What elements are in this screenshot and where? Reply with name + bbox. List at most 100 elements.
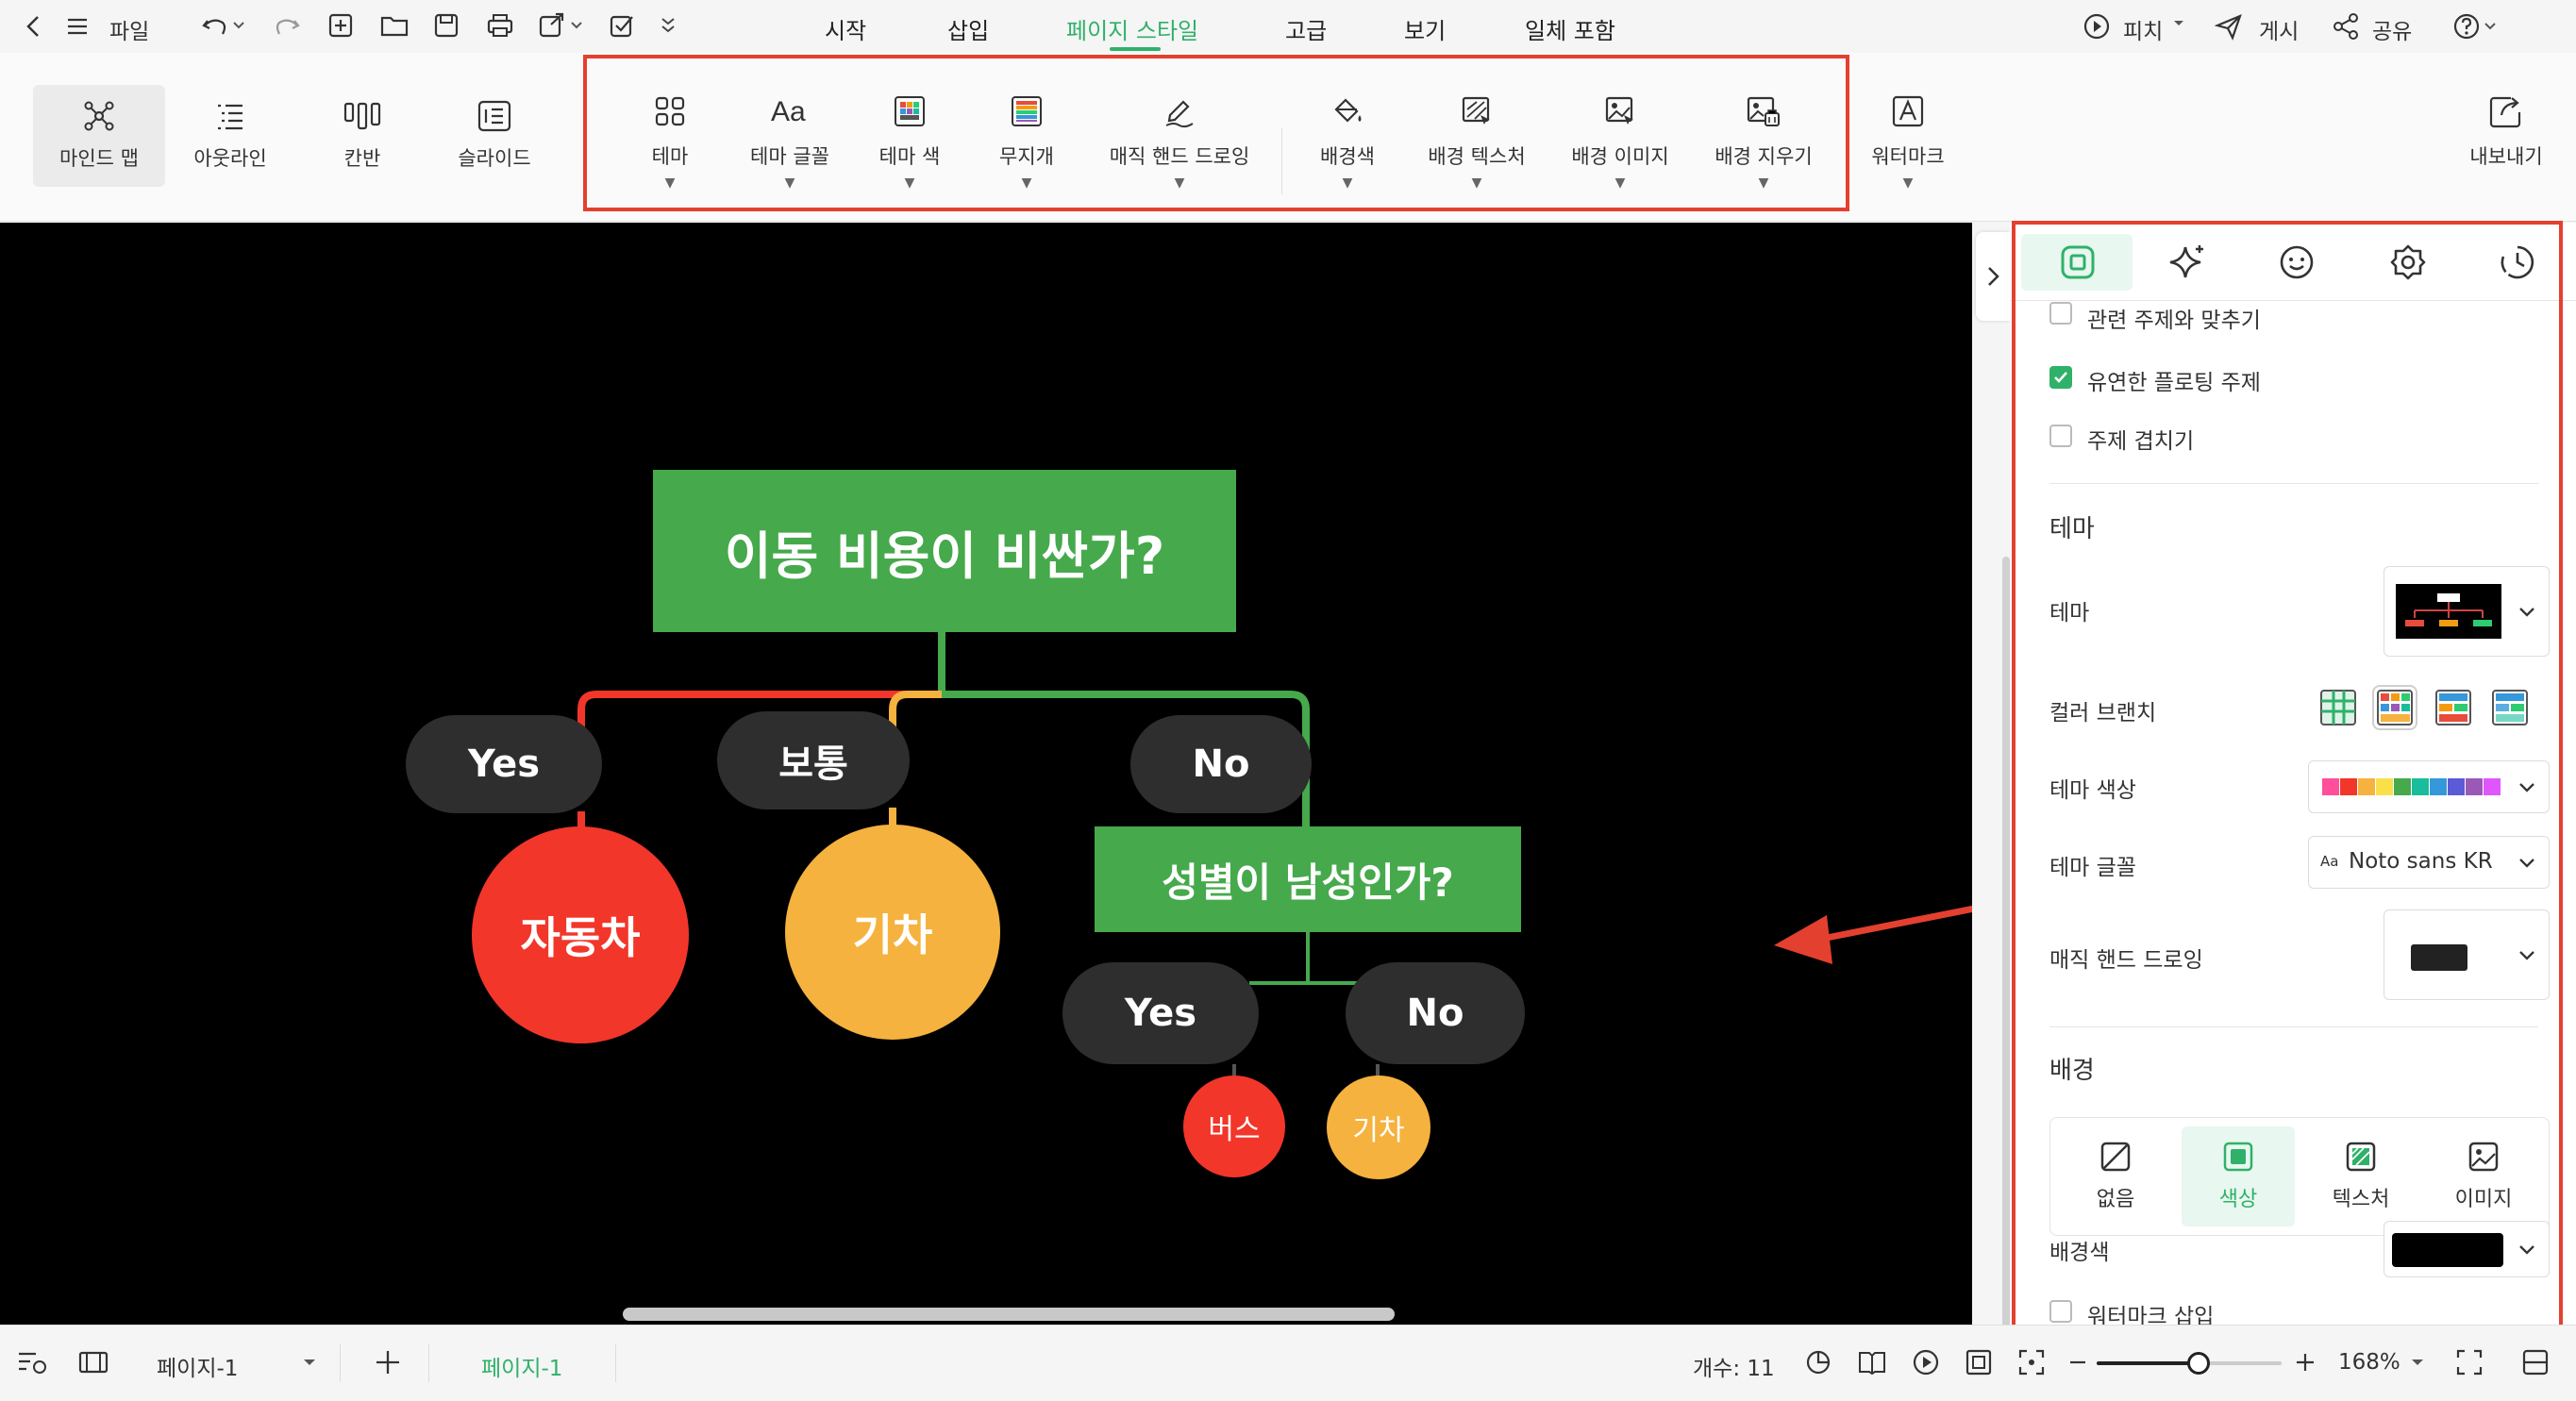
page-select-dropdown[interactable]: 페이지-1 [140, 1339, 332, 1386]
undo-icon[interactable] [200, 11, 245, 40]
yes-topic-1[interactable]: Yes [406, 715, 602, 813]
zoom-slider-fill [2097, 1361, 2199, 1365]
view-slide-label: 슬라이드 [458, 147, 531, 170]
magic-hand-drawing-label: 매직 핸드 드로잉 [1109, 145, 1250, 168]
menu-page-style[interactable]: 페이지 스타일 [1066, 12, 1198, 45]
gender-topic[interactable]: 성별이 남성인가? [1095, 826, 1521, 932]
theme-color-button[interactable]: 테마 색 ▼ [862, 94, 957, 191]
play-slideshow-icon[interactable] [1912, 1348, 1940, 1376]
rainbow-label: 무지개 [999, 145, 1054, 168]
theme-font-button[interactable]: Aa 테마 글꼴 ▼ [727, 94, 853, 191]
share-button[interactable]: 공유 [2372, 13, 2412, 45]
pitch-dropdown-icon[interactable] [2172, 19, 2185, 28]
zoom-out-icon[interactable] [2066, 1348, 2089, 1376]
pie-view-icon[interactable] [1804, 1348, 1832, 1376]
page-tab-active[interactable]: 페이지-1 [481, 1350, 562, 1382]
root-topic[interactable]: 이동 비용이 비싼가? [653, 470, 1236, 632]
fit-page-icon[interactable] [1965, 1348, 1993, 1376]
menu-insert[interactable]: 삽입 [947, 12, 989, 45]
menu-start[interactable]: 시작 [825, 12, 866, 45]
hamburger-icon[interactable] [64, 13, 91, 40]
car-topic[interactable]: 자동차 [472, 826, 689, 1043]
background-texture-button[interactable]: 배경 텍스처 ▼ [1413, 94, 1540, 191]
panel-scrollbar[interactable] [2002, 557, 2010, 1368]
background-color-dropdown-icon[interactable]: ▼ [1343, 175, 1353, 191]
add-page-icon[interactable] [374, 1348, 402, 1376]
view-kanban-button[interactable]: 칸반 [296, 85, 428, 187]
watermark-button[interactable]: 워터마크 ▼ [1861, 94, 1955, 191]
play-pitch-icon[interactable] [2082, 11, 2112, 42]
save-icon[interactable] [432, 11, 460, 40]
export-button[interactable]: 내보내기 [2450, 94, 2563, 170]
page-panel-icon[interactable] [77, 1348, 109, 1376]
zoom-in-icon[interactable] [2293, 1348, 2317, 1376]
background-image-button[interactable]: 배경 이미지 ▼ [1557, 94, 1683, 191]
erase-background-dropdown-icon[interactable]: ▼ [1759, 175, 1769, 191]
no-topic-2[interactable]: No [1346, 962, 1525, 1064]
publish-button[interactable]: 게시 [2259, 13, 2299, 45]
theme-font-dropdown-icon[interactable]: ▼ [785, 175, 795, 191]
theme-dropdown-icon[interactable]: ▼ [665, 175, 676, 191]
zoom-dropdown-icon[interactable] [2410, 1358, 2425, 1369]
status-divider [340, 1344, 341, 1382]
pitch-button[interactable]: 피치 [2123, 13, 2163, 45]
file-menu[interactable]: 파일 [109, 13, 149, 45]
magic-hand-drawing-button[interactable]: 매직 핸드 드로잉 ▼ [1095, 94, 1264, 191]
menu-view[interactable]: 보기 [1404, 12, 1446, 45]
redo-icon[interactable] [274, 11, 302, 40]
publish-icon[interactable] [2214, 11, 2244, 42]
export-share-icon[interactable] [538, 11, 587, 40]
fit-screen-icon[interactable] [2017, 1348, 2046, 1376]
rainbow-dropdown-icon[interactable]: ▼ [1022, 175, 1032, 191]
watermark-dropdown-icon[interactable]: ▼ [1903, 175, 1914, 191]
page-select-value: 페이지-1 [157, 1357, 239, 1381]
train-topic-1[interactable]: 기차 [785, 825, 1000, 1040]
theme-font-label: 테마 글꼴 [750, 145, 829, 168]
erase-background-icon [1747, 96, 1780, 126]
view-outline-label: 아웃라인 [193, 147, 267, 170]
active-menu-indicator [1110, 47, 1161, 51]
theme-color-dropdown-icon[interactable]: ▼ [905, 175, 915, 191]
horizontal-scrollbar[interactable] [623, 1308, 1395, 1321]
erase-background-button[interactable]: 배경 지우기 ▼ [1700, 94, 1827, 191]
background-texture-dropdown-icon[interactable]: ▼ [1472, 175, 1482, 191]
help-icon[interactable] [2451, 11, 2501, 42]
theme-color-icon [895, 96, 925, 126]
view-mindmap-button[interactable]: 마인드 맵 [33, 85, 165, 187]
mindmap-icon [84, 101, 114, 131]
menu-advanced[interactable]: 고급 [1285, 12, 1327, 45]
zoom-slider-track[interactable] [2097, 1352, 2282, 1375]
background-image-dropdown-icon[interactable]: ▼ [1615, 175, 1626, 191]
fullscreen-icon[interactable] [2455, 1348, 2484, 1376]
split-view-icon[interactable] [2521, 1348, 2550, 1376]
zoom-level[interactable]: 168% [2338, 1350, 2400, 1375]
view-slide-button[interactable]: 슬라이드 [428, 85, 560, 187]
mindmap-canvas[interactable]: 이동 비용이 비싼가? Yes 보통 No 자동차 기차 성별이 남성인가? Y… [0, 223, 1972, 1325]
share-icon[interactable] [2331, 11, 2361, 42]
texture-icon [1462, 96, 1490, 125]
train-topic-2[interactable]: 기차 [1327, 1076, 1430, 1179]
panel-highlight-box [2012, 221, 2563, 1336]
medium-topic[interactable]: 보통 [717, 711, 910, 809]
more-chevron-icon[interactable] [659, 15, 677, 36]
theme-button[interactable]: 테마 ▼ [623, 94, 717, 191]
back-icon[interactable] [21, 13, 47, 40]
magic-hand-drawing-dropdown-icon[interactable]: ▼ [1175, 175, 1185, 191]
view-outline-button[interactable]: 아웃라인 [164, 85, 296, 187]
rainbow-button[interactable]: 무지개 ▼ [979, 94, 1074, 191]
task-check-icon[interactable] [608, 11, 636, 40]
new-page-icon[interactable] [326, 11, 355, 40]
no-topic-1[interactable]: No [1130, 715, 1312, 813]
open-folder-icon[interactable] [379, 11, 410, 40]
status-bar: 페이지-1 페이지-1 개수: 11 168% [0, 1325, 2576, 1401]
book-view-icon[interactable] [1857, 1348, 1887, 1376]
outline-toggle-icon[interactable] [17, 1348, 49, 1376]
collapse-panel-button[interactable] [1976, 232, 2010, 321]
zoom-slider-handle[interactable] [2186, 1352, 2210, 1375]
print-icon[interactable] [485, 11, 515, 40]
bus-topic[interactable]: 버스 [1183, 1076, 1285, 1177]
menu-all-in-one[interactable]: 일체 포함 [1525, 12, 1615, 45]
yes-topic-2[interactable]: Yes [1062, 962, 1259, 1064]
theme-color-label: 테마 색 [878, 145, 941, 168]
background-color-button[interactable]: 배경색 ▼ [1298, 94, 1397, 191]
